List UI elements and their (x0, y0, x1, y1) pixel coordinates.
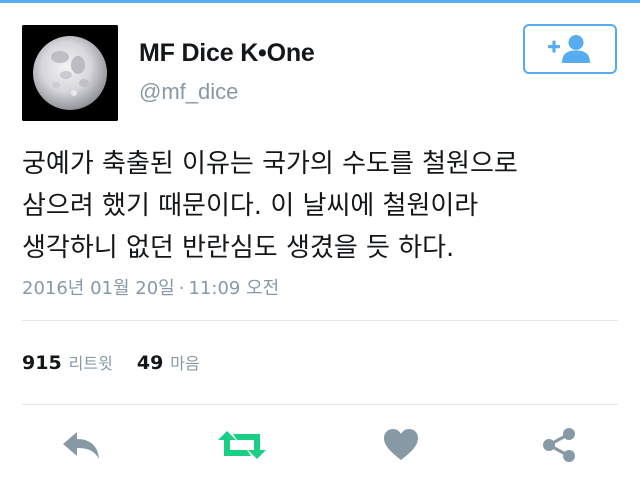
tweet-timestamp: 2016년 01월 20일 · 11:09 오전 (22, 274, 279, 300)
retweet-button[interactable] (216, 422, 268, 468)
retweet-count: 915 (22, 352, 62, 374)
reply-icon (63, 432, 99, 459)
tweet-actions (0, 422, 640, 468)
tweet-text-line: 생각하니 없던 반란심도 생겼을 듯 하다. (22, 233, 455, 263)
like-count: 49 (136, 352, 164, 374)
engagement-stats: 915 리트윗 49 마음 (22, 350, 200, 374)
like-button[interactable] (380, 422, 422, 468)
tweet-date: 2016년 01월 20일 (22, 278, 175, 299)
divider (22, 320, 618, 321)
retweet-icon (218, 431, 266, 459)
share-icon (543, 428, 575, 462)
tweet-text: 궁예가 축출된 이유는 국가의 수도를 철원으로 삼으려 했기 때문이다. 이 … (22, 143, 622, 269)
display-name[interactable]: MF Dice K•One (139, 39, 315, 68)
tweet-text-line: 궁예가 축출된 이유는 국가의 수도를 철원으로 (22, 149, 518, 179)
meta-separator: · (178, 278, 185, 299)
user-handle[interactable]: @mf_dice (139, 79, 238, 105)
retweet-label: 리트윗 (68, 354, 113, 373)
retweet-count-link[interactable]: 915 리트윗 (22, 350, 113, 374)
share-button[interactable] (538, 422, 580, 468)
add-user-icon (548, 35, 590, 63)
divider (22, 404, 618, 405)
heart-icon (384, 429, 418, 460)
follow-button[interactable] (523, 24, 617, 74)
like-count-link[interactable]: 49 마음 (137, 350, 200, 374)
tweet-text-line: 삼으려 했기 때문이다. 이 날씨에 철원이라 (22, 191, 479, 221)
reply-button[interactable] (58, 422, 104, 468)
tweet-time: 11:09 오전 (188, 278, 280, 299)
moon-avatar-image (22, 25, 118, 121)
top-accent-line (0, 0, 640, 3)
like-label: 마음 (170, 354, 200, 373)
avatar[interactable] (22, 25, 118, 121)
